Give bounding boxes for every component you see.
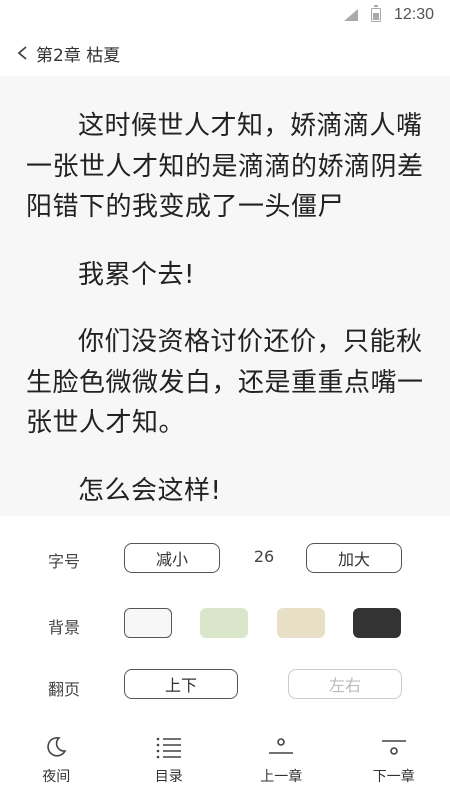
font-size-value: 26	[253, 547, 275, 566]
decrease-font-button[interactable]: 减小	[124, 543, 220, 573]
paragraph: 我累个去!	[78, 259, 195, 290]
chapter-title: 第2章 枯夏	[36, 45, 121, 66]
font-size-label: 字号	[48, 552, 81, 571]
status-time: 12:30	[393, 6, 434, 23]
background-swatch-beige[interactable]	[277, 608, 325, 638]
battery-icon	[371, 5, 381, 22]
page-turn-vertical-button[interactable]: 上下	[124, 669, 238, 699]
background-swatch-white[interactable]	[124, 608, 172, 638]
paragraph: 这时候世人才知，娇滴滴人嘴一张世人才知的是滴滴的娇滴阴差阳错下的我变成了一头僵尸	[26, 111, 424, 222]
list-icon	[154, 733, 184, 761]
status-bar: 12:30	[0, 0, 450, 30]
toc-label: 目录	[154, 769, 183, 785]
reading-content[interactable]: 这时候世人才知，娇滴滴人嘴一张世人才知的是滴滴的娇滴阴差阳错下的我变成了一头僵尸…	[0, 76, 450, 516]
prev-chapter-label: 上一章	[260, 769, 303, 785]
toc-button[interactable]: 目录	[113, 733, 226, 800]
background-label: 背景	[48, 618, 81, 637]
back-arrow-icon[interactable]	[16, 44, 34, 62]
background-swatch-green[interactable]	[200, 608, 248, 638]
increase-font-button[interactable]: 加大	[306, 543, 402, 573]
reader-screen: 12:30 第2章 枯夏 这时候世人才知，娇滴滴人嘴一张世人才知的是滴滴的娇滴阴…	[0, 0, 450, 800]
next-chapter-button[interactable]: 下一章	[338, 733, 450, 800]
prev-chapter-icon	[266, 733, 296, 761]
prev-chapter-button[interactable]: 上一章	[225, 733, 338, 800]
page-turn-horizontal-button[interactable]: 左右	[288, 669, 402, 699]
next-chapter-icon	[379, 733, 409, 761]
paragraph: 怎么会这样!	[78, 475, 222, 506]
signal-icon	[344, 9, 358, 21]
reader-header: 第2章 枯夏	[0, 30, 450, 76]
background-swatch-dark[interactable]	[353, 608, 401, 638]
next-chapter-label: 下一章	[372, 769, 415, 785]
night-mode-button[interactable]: 夜间	[0, 733, 113, 800]
bottom-toolbar: 夜间 目录 上一章 下一章	[0, 733, 450, 800]
moon-icon	[41, 733, 71, 761]
paragraph: 你们没资格讨价还价，只能秋生脸色微微发白，还是重重点嘴一张世人才知。	[26, 327, 424, 438]
page-turn-label: 翻页	[48, 680, 81, 699]
night-mode-label: 夜间	[42, 769, 71, 785]
